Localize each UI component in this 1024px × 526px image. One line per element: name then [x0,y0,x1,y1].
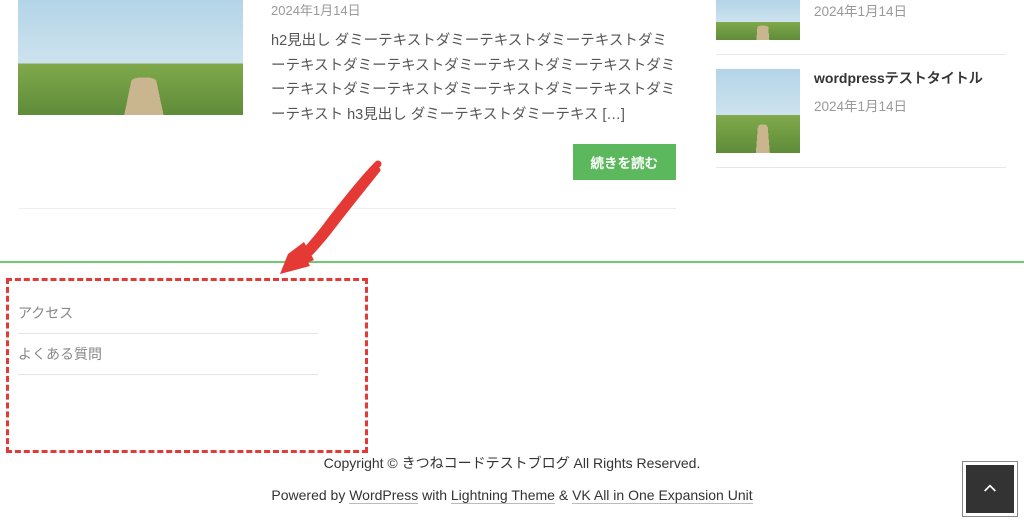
footer-copyright-area: Copyright © きつねコードテストブログ All Rights Rese… [0,445,1024,523]
powered-prefix: Powered by [271,487,349,503]
article-thumbnail[interactable] [18,0,243,115]
footer-menu-item-faq[interactable]: よくある質問 [18,334,318,375]
article-card[interactable]: 2024年1月14日 h2見出し ダミーテキストダミーテキストダミーテキストダミ… [18,0,676,209]
footer-menu: アクセス よくある質問 [18,293,318,375]
sidebar-thumbnail[interactable] [716,0,800,40]
article-date: 2024年1月14日 [271,0,676,19]
sidebar-thumbnail[interactable] [716,69,800,153]
powered-by-text: Powered by WordPress with Lightning Them… [0,487,1024,503]
sidebar-post-date: 2024年1月14日 [814,95,1006,115]
article-body: 2024年1月14日 h2見出し ダミーテキストダミーテキストダミーテキストダミ… [271,0,676,180]
chevron-up-icon [982,481,998,497]
article-excerpt: h2見出し ダミーテキストダミーテキストダミーテキストダミーテキストダミーテキス… [271,29,676,128]
sidebar-post-item[interactable]: 2024年1月14日 [716,0,1006,55]
footer-menu-item-access[interactable]: アクセス [18,293,318,334]
sidebar-post-item[interactable]: wordpressテストタイトル 2024年1月14日 [716,69,1006,168]
sidebar: 2024年1月14日 wordpressテストタイトル 2024年1月14日 [716,0,1006,209]
powered-amp: & [555,487,572,503]
powered-with: with [418,487,451,503]
scroll-to-top-button[interactable] [966,465,1014,513]
lightning-theme-link[interactable]: Lightning Theme [451,487,555,504]
main-content: 2024年1月14日 h2見出し ダミーテキストダミーテキストダミーテキストダミ… [18,0,676,209]
vk-unit-link[interactable]: VK All in One Expansion Unit [572,487,753,504]
read-more-button[interactable]: 続きを読む [573,144,677,180]
sidebar-post-date: 2024年1月14日 [814,0,1006,20]
copyright-text: Copyright © きつねコードテストブログ All Rights Rese… [0,453,1024,473]
wordpress-link[interactable]: WordPress [349,487,418,504]
footer-widget-area: アクセス よくある質問 [0,263,1024,445]
sidebar-post-title[interactable]: wordpressテストタイトル [814,69,1006,89]
